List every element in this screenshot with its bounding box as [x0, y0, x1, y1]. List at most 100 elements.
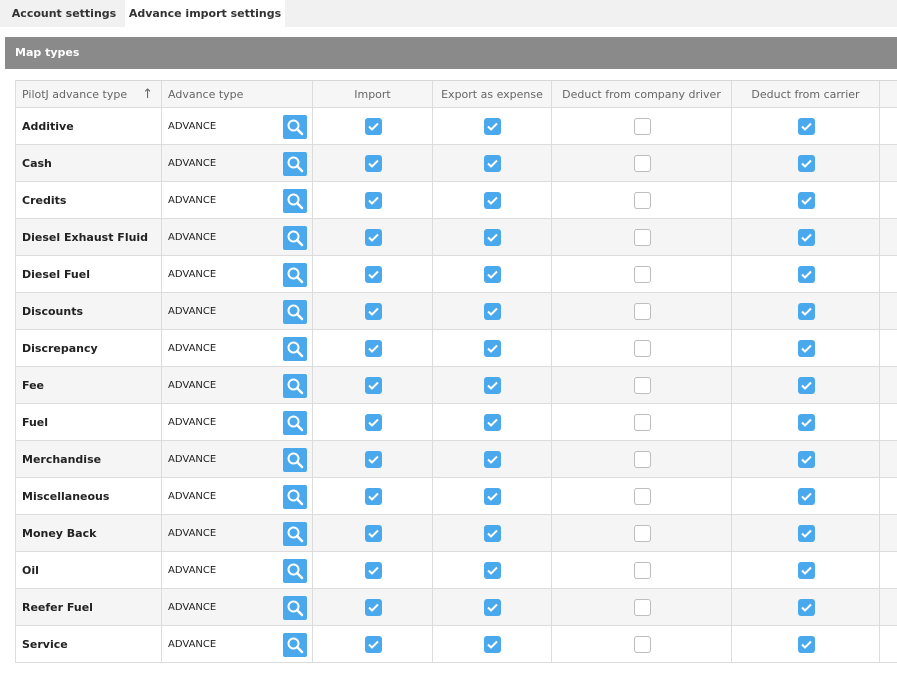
export-expense-checkbox[interactable] — [484, 303, 501, 320]
deduct-carrier-checkbox[interactable] — [797, 192, 815, 209]
advance-type-lookup-button[interactable] — [283, 263, 307, 287]
deduct-driver-checkbox[interactable] — [633, 414, 651, 431]
advance-type-lookup-button[interactable] — [283, 559, 307, 583]
export-expense-checkbox[interactable] — [484, 155, 501, 172]
advance-type-lookup-button[interactable] — [283, 633, 307, 657]
column-header-pilotj-type[interactable]: PilotJ advance type ↑ — [15, 81, 161, 107]
export-expense-checkbox[interactable] — [484, 488, 501, 505]
column-header-deduct-driver[interactable]: Deduct from company driver — [551, 81, 731, 107]
advance-type-lookup-button[interactable] — [283, 189, 307, 213]
deduct-carrier-checkbox[interactable] — [797, 303, 815, 320]
deduct-carrier-checkbox[interactable] — [797, 340, 815, 357]
column-header-extra — [879, 81, 897, 107]
cell-export-expense — [432, 256, 551, 292]
deduct-driver-checkbox[interactable] — [633, 562, 651, 579]
deduct-carrier-checkbox[interactable] — [797, 229, 815, 246]
cell-extra — [879, 367, 897, 403]
import-checkbox[interactable] — [364, 192, 382, 209]
export-expense-checkbox[interactable] — [484, 414, 501, 431]
cell-advance-type: ADVANCE — [161, 145, 312, 181]
advance-type-lookup-button[interactable] — [283, 448, 307, 472]
import-checkbox[interactable] — [364, 562, 382, 579]
column-header-import[interactable]: Import — [312, 81, 432, 107]
deduct-driver-checkbox[interactable] — [633, 303, 651, 320]
pilotj-type-name: Discrepancy — [22, 342, 98, 355]
table-row: Discrepancy ADVANCE — [15, 330, 897, 367]
export-expense-checkbox[interactable] — [484, 192, 501, 209]
export-expense-checkbox[interactable] — [484, 118, 501, 135]
export-expense-checkbox[interactable] — [484, 525, 501, 542]
table-row: Diesel Fuel ADVANCE — [15, 256, 897, 293]
advance-type-lookup-button[interactable] — [283, 152, 307, 176]
table-row: Discounts ADVANCE — [15, 293, 897, 330]
advance-type-lookup-button[interactable] — [283, 485, 307, 509]
import-checkbox[interactable] — [364, 155, 382, 172]
export-expense-checkbox[interactable] — [484, 266, 501, 283]
deduct-driver-checkbox[interactable] — [633, 192, 651, 209]
advance-type-lookup-button[interactable] — [283, 226, 307, 250]
deduct-driver-checkbox[interactable] — [633, 155, 651, 172]
export-expense-checkbox[interactable] — [484, 636, 501, 653]
deduct-driver-checkbox[interactable] — [633, 118, 651, 135]
column-header-export-expense[interactable]: Export as expense — [432, 81, 551, 107]
export-expense-checkbox[interactable] — [484, 340, 501, 357]
import-checkbox[interactable] — [364, 118, 382, 135]
export-expense-checkbox[interactable] — [484, 451, 501, 468]
advance-type-lookup-button[interactable] — [283, 115, 307, 139]
deduct-carrier-checkbox[interactable] — [797, 562, 815, 579]
deduct-driver-checkbox[interactable] — [633, 377, 651, 394]
import-checkbox[interactable] — [364, 451, 382, 468]
deduct-driver-checkbox[interactable] — [633, 636, 651, 653]
deduct-carrier-checkbox[interactable] — [797, 599, 815, 616]
pilotj-type-name: Diesel Exhaust Fluid — [22, 231, 149, 244]
column-header-advance-type[interactable]: Advance type — [161, 81, 312, 107]
deduct-driver-checkbox[interactable] — [633, 599, 651, 616]
advance-type-lookup-button[interactable] — [283, 596, 307, 620]
import-checkbox[interactable] — [364, 414, 382, 431]
deduct-carrier-checkbox[interactable] — [797, 155, 815, 172]
cell-deduct-carrier — [731, 515, 879, 551]
export-expense-checkbox[interactable] — [484, 599, 501, 616]
table-row: Money Back ADVANCE — [15, 515, 897, 552]
table-row: Credits ADVANCE — [15, 182, 897, 219]
deduct-carrier-checkbox[interactable] — [797, 266, 815, 283]
deduct-carrier-checkbox[interactable] — [797, 525, 815, 542]
cell-import — [312, 367, 432, 403]
tab-advance-import-settings[interactable]: Advance import settings — [125, 0, 285, 27]
deduct-driver-checkbox[interactable] — [633, 340, 651, 357]
advance-type-lookup-button[interactable] — [283, 411, 307, 435]
deduct-carrier-checkbox[interactable] — [797, 377, 815, 394]
advance-type-lookup-button[interactable] — [283, 300, 307, 324]
cell-advance-type: ADVANCE — [161, 293, 312, 329]
advance-type-lookup-button[interactable] — [283, 522, 307, 546]
deduct-driver-checkbox[interactable] — [633, 525, 651, 542]
import-checkbox[interactable] — [364, 340, 382, 357]
import-checkbox[interactable] — [364, 229, 382, 246]
advance-type-lookup-button[interactable] — [283, 337, 307, 361]
deduct-driver-checkbox[interactable] — [633, 488, 651, 505]
import-checkbox[interactable] — [364, 525, 382, 542]
cell-pilotj-type: Diesel Exhaust Fluid — [15, 219, 161, 255]
advance-type-lookup-button[interactable] — [283, 374, 307, 398]
import-checkbox[interactable] — [364, 377, 382, 394]
deduct-carrier-checkbox[interactable] — [797, 636, 815, 653]
import-checkbox[interactable] — [364, 636, 382, 653]
deduct-driver-checkbox[interactable] — [633, 266, 651, 283]
deduct-carrier-checkbox[interactable] — [797, 414, 815, 431]
tab-account-settings[interactable]: Account settings — [5, 0, 123, 27]
export-expense-checkbox[interactable] — [484, 377, 501, 394]
deduct-carrier-checkbox[interactable] — [797, 488, 815, 505]
import-checkbox[interactable] — [364, 488, 382, 505]
import-checkbox[interactable] — [364, 599, 382, 616]
import-checkbox[interactable] — [364, 266, 382, 283]
deduct-carrier-checkbox[interactable] — [797, 451, 815, 468]
column-header-deduct-carrier[interactable]: Deduct from carrier — [731, 81, 879, 107]
import-checkbox[interactable] — [364, 303, 382, 320]
export-expense-checkbox[interactable] — [484, 229, 501, 246]
deduct-driver-checkbox[interactable] — [633, 229, 651, 246]
deduct-driver-checkbox[interactable] — [633, 451, 651, 468]
sort-ascending-icon[interactable]: ↑ — [142, 81, 153, 108]
table-row: Diesel Exhaust Fluid ADVANCE — [15, 219, 897, 256]
export-expense-checkbox[interactable] — [484, 562, 501, 579]
deduct-carrier-checkbox[interactable] — [797, 118, 815, 135]
